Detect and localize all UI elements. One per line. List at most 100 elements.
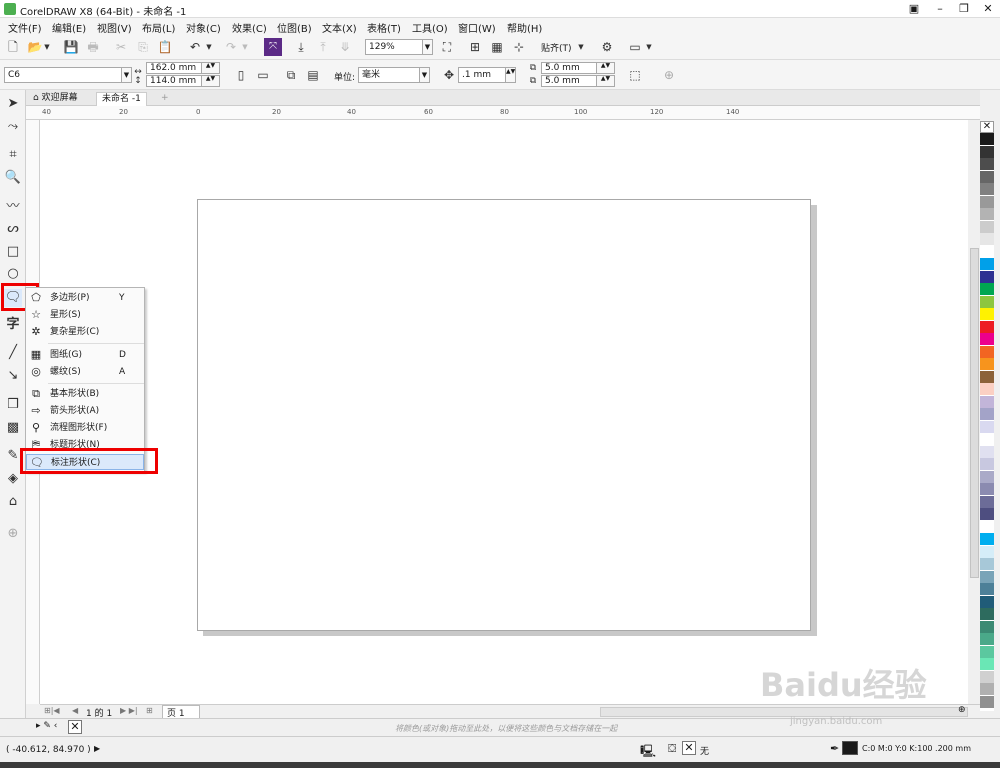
import-icon[interactable]: ⤓ [292,38,310,56]
palette-swatch[interactable] [980,270,994,283]
flyout-item-star[interactable]: ☆ 星形(S) [26,307,144,323]
menu-file[interactable]: 文件(F) [8,20,42,35]
palette-swatch[interactable] [980,508,994,520]
palette-swatch[interactable] [980,583,994,595]
palette-swatch[interactable] [980,383,994,395]
duplicate-distance-y-field[interactable]: 5.0 mm [541,75,597,87]
snap-dropdown-icon[interactable]: ▼ [576,38,586,56]
add-tool-icon[interactable]: ⊕ [4,525,22,543]
rectangle-tool-icon[interactable]: □ [4,243,22,261]
palette-swatch[interactable] [980,245,994,258]
flyout-item-spiral[interactable]: ◎ 螺纹(S) A [26,364,144,380]
palette-swatch[interactable] [980,420,994,433]
palette-swatch[interactable] [980,195,994,208]
page-width-field[interactable]: 162.0 mm [146,62,202,74]
menu-effects[interactable]: 效果(C) [232,20,267,35]
current-page-icon[interactable]: ▤ [304,66,322,84]
palette-swatch[interactable] [980,133,994,145]
palette-swatch[interactable] [980,445,994,458]
portrait-icon[interactable]: ▯ [232,66,250,84]
palette-swatch[interactable] [980,483,994,495]
bleed-icon[interactable]: ⬚ [626,66,644,84]
menu-layout[interactable]: 布局(L) [142,20,175,35]
menu-text[interactable]: 文本(X) [322,20,357,35]
page-height-field[interactable]: 114.0 mm [146,75,202,87]
palette-swatch[interactable] [980,620,994,633]
duplicate-distance-x-field[interactable]: 5.0 mm [541,62,597,74]
help-icon[interactable]: ▣ [906,2,922,16]
palette-swatch[interactable] [980,283,994,295]
search-content-icon[interactable]: ⤧ [264,38,282,56]
palette-swatch[interactable] [980,408,994,420]
palette-swatch[interactable] [980,545,994,558]
text-tool-icon[interactable]: 字 [4,316,22,334]
flyout-item-graph-paper[interactable]: ▦ 图纸(G) D [26,347,144,363]
palette-swatch[interactable] [980,308,994,320]
flyout-item-arrow-shapes[interactable]: ⇨ 箭头形状(A) [26,403,144,419]
palette-menu-icon[interactable]: ▸ ✎ ‹ [36,721,57,731]
palette-swatch[interactable] [980,608,994,620]
no-color-swatch-icon[interactable]: ✕ [980,121,994,133]
flyout-item-basic-shapes[interactable]: ⧉ 基本形状(B) [26,386,144,402]
transparency-tool-icon[interactable]: ▩ [4,419,22,437]
menu-view[interactable]: 视图(V) [97,20,132,35]
page-width-stepper[interactable]: ▲▼ [202,62,220,74]
close-button[interactable]: ✕ [980,2,996,16]
menu-window[interactable]: 窗口(W) [458,20,496,35]
cut-icon[interactable]: ✂ [112,38,130,56]
next-page-icon[interactable]: ▶ ▶| [120,706,138,715]
zoom-to-fit-icon[interactable]: ⊕ [958,705,966,715]
undo-dropdown-icon[interactable]: ▼ [204,38,214,56]
palette-swatch[interactable] [980,358,994,370]
palette-swatch[interactable] [980,145,994,158]
full-screen-icon[interactable]: ⛶ [438,38,456,56]
vertical-scrollbar-thumb[interactable] [970,248,979,578]
copy-icon[interactable]: ⎘ [134,38,152,56]
parallel-dimension-tool-icon[interactable]: ╱ [4,344,22,362]
menu-table[interactable]: 表格(T) [367,20,401,35]
flyout-item-polygon[interactable]: ⬠ 多边形(P) Y [26,290,144,306]
restore-button[interactable]: ❐ [956,2,972,16]
palette-swatch[interactable] [980,345,994,358]
palette-swatch[interactable] [980,158,994,170]
artistic-media-tool-icon[interactable]: ᔕ [4,220,22,238]
snap-to-button[interactable]: 贴齐(T) [541,41,572,54]
new-document-icon[interactable]: 🗋 [4,38,22,56]
palette-swatch[interactable] [980,183,994,195]
application-launcher-icon[interactable]: ▭ [626,38,644,56]
quick-customize-icon[interactable]: ⊕ [660,66,678,84]
shape-tool-icon[interactable]: ⤳ [4,118,22,136]
menu-tools[interactable]: 工具(O) [412,20,448,35]
save-icon[interactable]: 💾 [62,38,80,56]
palette-swatch[interactable] [980,558,994,570]
nudge-distance-stepper[interactable]: ▲▼ [506,67,516,83]
tab-document[interactable]: 未命名 -1 [96,92,147,106]
page-height-stepper[interactable]: ▲▼ [202,75,220,87]
palette-swatch[interactable] [980,670,994,683]
palette-swatch[interactable] [980,258,994,270]
palette-swatch[interactable] [980,458,994,470]
freehand-tool-icon[interactable]: 〰 [4,198,22,216]
palette-swatch[interactable] [980,520,994,533]
flyout-item-flowchart-shapes[interactable]: ⚲ 流程图形状(F) [26,420,144,436]
duplicate-x-stepper[interactable]: ▲▼ [597,62,615,74]
palette-swatch[interactable] [980,170,994,183]
palette-swatch[interactable] [980,595,994,608]
palette-swatch[interactable] [980,633,994,645]
connector-tool-icon[interactable]: ↘ [4,367,22,385]
show-guidelines-icon[interactable]: ⊹ [510,38,528,56]
document-page[interactable] [197,199,811,631]
prev-page-icon[interactable]: ◀ [72,706,78,715]
options-gear-icon[interactable]: ⚙ [598,38,616,56]
palette-swatch[interactable] [980,570,994,583]
palette-swatch[interactable] [980,208,994,220]
minimize-button[interactable]: – [932,2,948,16]
show-grid-icon[interactable]: ▦ [488,38,506,56]
pick-tool-icon[interactable]: ➤ [4,95,22,113]
palette-swatch[interactable] [980,233,994,245]
ellipse-tool-icon[interactable]: ○ [4,265,22,283]
horizontal-scrollbar[interactable] [600,707,968,717]
palette-swatch[interactable] [980,470,994,483]
menu-bitmap[interactable]: 位图(B) [277,20,312,35]
zoom-level-field[interactable]: 129% [365,39,423,55]
